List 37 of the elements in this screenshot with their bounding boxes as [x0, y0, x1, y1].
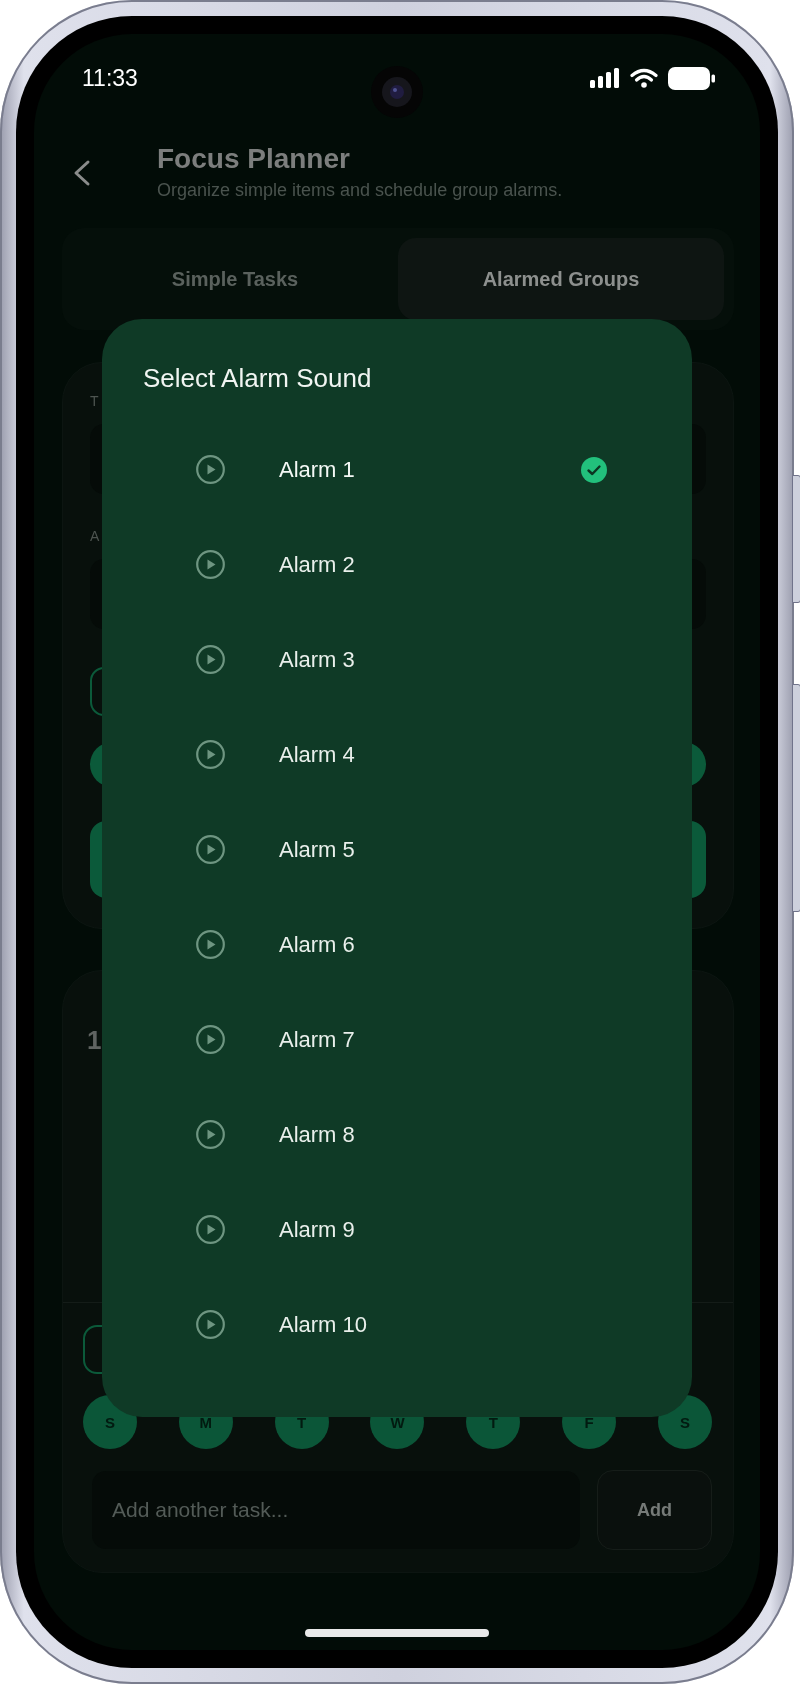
tab[interactable]: Alarmed Groups: [398, 238, 724, 320]
signal-icon: [590, 68, 620, 88]
play-circle-icon[interactable]: [196, 1025, 225, 1054]
side-button[interactable]: [792, 475, 800, 603]
play-circle-icon[interactable]: [196, 1310, 225, 1339]
play-circle-icon[interactable]: [196, 645, 225, 674]
dialog-title: Select Alarm Sound: [143, 363, 372, 393]
group-heading: 1: [87, 1025, 102, 1055]
play-circle-icon[interactable]: [196, 740, 225, 769]
status-time: 11:33: [82, 64, 138, 93]
alarm-option[interactable]: Alarm 9: [172, 1182, 630, 1277]
play-circle-icon[interactable]: [196, 1215, 225, 1244]
field-label: A: [90, 526, 100, 545]
alarm-option[interactable]: Alarm 6: [172, 897, 630, 992]
play-circle-icon[interactable]: [196, 835, 225, 864]
alarm-option[interactable]: Alarm 5: [172, 802, 630, 897]
side-button[interactable]: [792, 684, 800, 912]
alarm-option[interactable]: Alarm 4: [172, 707, 630, 802]
alarm-option[interactable]: Alarm 7: [172, 992, 630, 1087]
camera-lens-icon: [371, 66, 423, 118]
play-circle-icon[interactable]: [196, 550, 225, 579]
add-button[interactable]: Add: [597, 1470, 712, 1550]
play-circle-icon[interactable]: [196, 930, 225, 959]
play-circle-icon[interactable]: [196, 455, 225, 484]
field-label: T: [90, 392, 99, 410]
check-circle-icon: [581, 456, 607, 483]
alarm-option[interactable]: Alarm 1: [172, 422, 630, 517]
alarm-option[interactable]: Alarm 2: [172, 517, 630, 612]
alarm-option[interactable]: Alarm 8: [172, 1087, 630, 1182]
alarm-option[interactable]: Alarm 3: [172, 612, 630, 707]
page-subtitle: Organize simple items and schedule group alarms.: [157, 179, 563, 201]
wifi-icon: [630, 68, 658, 88]
battery-icon: [668, 66, 715, 90]
page-title: Focus Planner: [157, 144, 350, 174]
alarm-option[interactable]: Alarm 10: [172, 1277, 630, 1372]
play-circle-icon[interactable]: [196, 1120, 225, 1149]
task-input[interactable]: Add another task...: [92, 1471, 580, 1549]
